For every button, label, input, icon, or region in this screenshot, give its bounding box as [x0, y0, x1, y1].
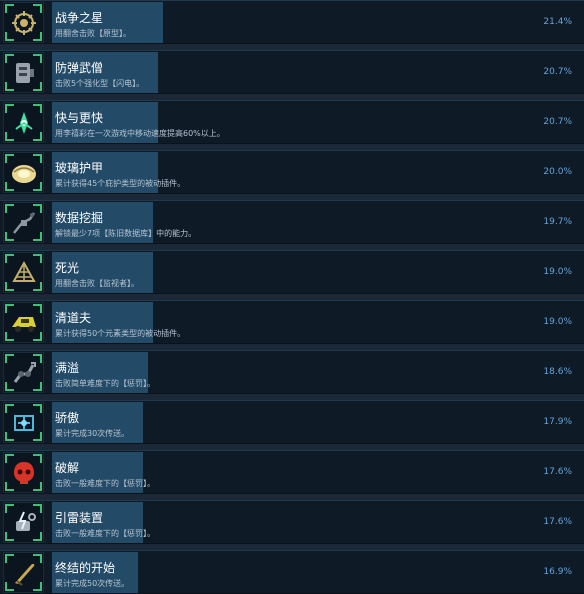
- achievement-row[interactable]: 清道夫累计获得50个元素类型的被动插件。 19.0%: [0, 300, 584, 344]
- achievement-title: 终结的开始: [55, 561, 116, 575]
- achievement-title: 战争之星: [55, 11, 104, 25]
- achievement-description: 用李禧彩在一次游戏中移动速度提高60%以上。: [55, 129, 225, 138]
- unlock-percentage: 20.7%: [543, 117, 572, 127]
- achievement-icon-frame: [3, 502, 44, 543]
- armored-device-icon: [4, 53, 43, 92]
- green-energy-icon: [4, 103, 43, 142]
- achievement-title: 清道夫: [55, 311, 92, 325]
- achievement-description: 累计完成30次传送。: [55, 429, 130, 438]
- achievement-icon-frame: [3, 452, 44, 493]
- achievement-row[interactable]: 骄傲累计完成30次传送。 17.9%: [0, 400, 584, 444]
- achievement-title: 数据挖掘: [55, 211, 104, 225]
- golden-mesh-icon: [4, 253, 43, 292]
- golden-blade-icon: [4, 553, 43, 592]
- unlock-percentage: 19.0%: [543, 267, 572, 277]
- glass-orb-icon: [4, 153, 43, 192]
- achievement-icon-frame: [3, 152, 44, 193]
- unlock-percentage: 16.9%: [543, 567, 572, 577]
- achievement-title: 防弹武僧: [55, 61, 104, 75]
- achievement-description: 击败简单难度下的【惩罚】。: [55, 379, 155, 388]
- unlock-percentage: 17.9%: [543, 417, 572, 427]
- achievement-description: 击败一般难度下的【惩罚】。: [55, 529, 155, 538]
- robot-arm-icon: [4, 353, 43, 392]
- unlock-percentage: 20.7%: [543, 67, 572, 77]
- achievement-row[interactable]: 死光用翻舍击败【监视者】。 19.0%: [0, 250, 584, 294]
- achievement-row[interactable]: 战争之星用翻舍击败【原型】。 21.4%: [0, 0, 584, 44]
- achievement-description: 用翻舍击败【原型】。: [55, 29, 131, 38]
- achievement-row[interactable]: 防弹武僧击败5个强化型【闪电】。 20.7%: [0, 50, 584, 94]
- achievement-title: 快与更快: [55, 111, 104, 125]
- achievement-description: 解锁最少7项【陈旧数据库】中的能力。: [55, 229, 197, 238]
- achievement-icon-frame: [3, 252, 44, 293]
- achievement-title: 玻璃护甲: [55, 161, 104, 175]
- achievement-title: 死光: [55, 261, 80, 275]
- unlock-percentage: 21.4%: [543, 17, 572, 27]
- achievement-row[interactable]: 引雷装置击败一般难度下的【惩罚】。 17.6%: [0, 500, 584, 544]
- achievement-description: 累计获得50个元素类型的被动插件。: [55, 329, 186, 338]
- unlock-rate-bar-track: [52, 552, 580, 593]
- unlock-rate-bar-track: [52, 402, 580, 443]
- achievement-row[interactable]: 满溢击败简单难度下的【惩罚】。 18.6%: [0, 350, 584, 394]
- achievement-icon-frame: [3, 552, 44, 593]
- teleporter-icon: [4, 403, 43, 442]
- achievement-list: 战争之星用翻舍击败【原型】。 21.4% 防弹武僧击败5个强化型【闪电】。 20.7%…: [0, 0, 584, 594]
- golden-gear-icon: [4, 3, 43, 42]
- achievement-title: 引雷装置: [55, 511, 104, 525]
- achievement-icon-frame: [3, 202, 44, 243]
- unlock-rate-bar-track: [52, 2, 580, 43]
- achievement-icon-frame: [3, 352, 44, 393]
- achievement-row[interactable]: 快与更快用李禧彩在一次游戏中移动速度提高60%以上。 20.7%: [0, 100, 584, 144]
- data-drone-icon: [4, 203, 43, 242]
- unlock-percentage: 19.7%: [543, 217, 572, 227]
- achievement-title: 满溢: [55, 361, 80, 375]
- unlock-percentage: 19.0%: [543, 317, 572, 327]
- achievement-description: 用翻舍击败【监视者】。: [55, 279, 139, 288]
- achievement-row[interactable]: 破解击败一般难度下的【惩罚】。 17.6%: [0, 450, 584, 494]
- unlock-percentage: 18.6%: [543, 367, 572, 377]
- achievement-title: 破解: [55, 461, 80, 475]
- red-skull-icon: [4, 453, 43, 492]
- achievement-icon-frame: [3, 102, 44, 143]
- achievement-title: 骄傲: [55, 411, 80, 425]
- unlock-percentage: 17.6%: [543, 467, 572, 477]
- achievement-icon-frame: [3, 2, 44, 43]
- unlock-percentage: 20.0%: [543, 167, 572, 177]
- achievement-description: 累计获得45个庇护类型的被动插件。: [55, 179, 186, 188]
- lightning-device-icon: [4, 503, 43, 542]
- yellow-vehicle-icon: [4, 303, 43, 342]
- achievement-description: 累计完成50次传送。: [55, 579, 130, 588]
- achievement-icon-frame: [3, 302, 44, 343]
- achievement-icon-frame: [3, 402, 44, 443]
- achievement-row[interactable]: 玻璃护甲累计获得45个庇护类型的被动插件。 20.0%: [0, 150, 584, 194]
- unlock-percentage: 17.6%: [543, 517, 572, 527]
- achievement-row[interactable]: 终结的开始累计完成50次传送。 16.9%: [0, 550, 584, 594]
- achievement-row[interactable]: 数据挖掘解锁最少7项【陈旧数据库】中的能力。 19.7%: [0, 200, 584, 244]
- achievement-icon-frame: [3, 52, 44, 93]
- achievement-description: 击败一般难度下的【惩罚】。: [55, 479, 155, 488]
- achievement-description: 击败5个强化型【闪电】。: [55, 79, 145, 88]
